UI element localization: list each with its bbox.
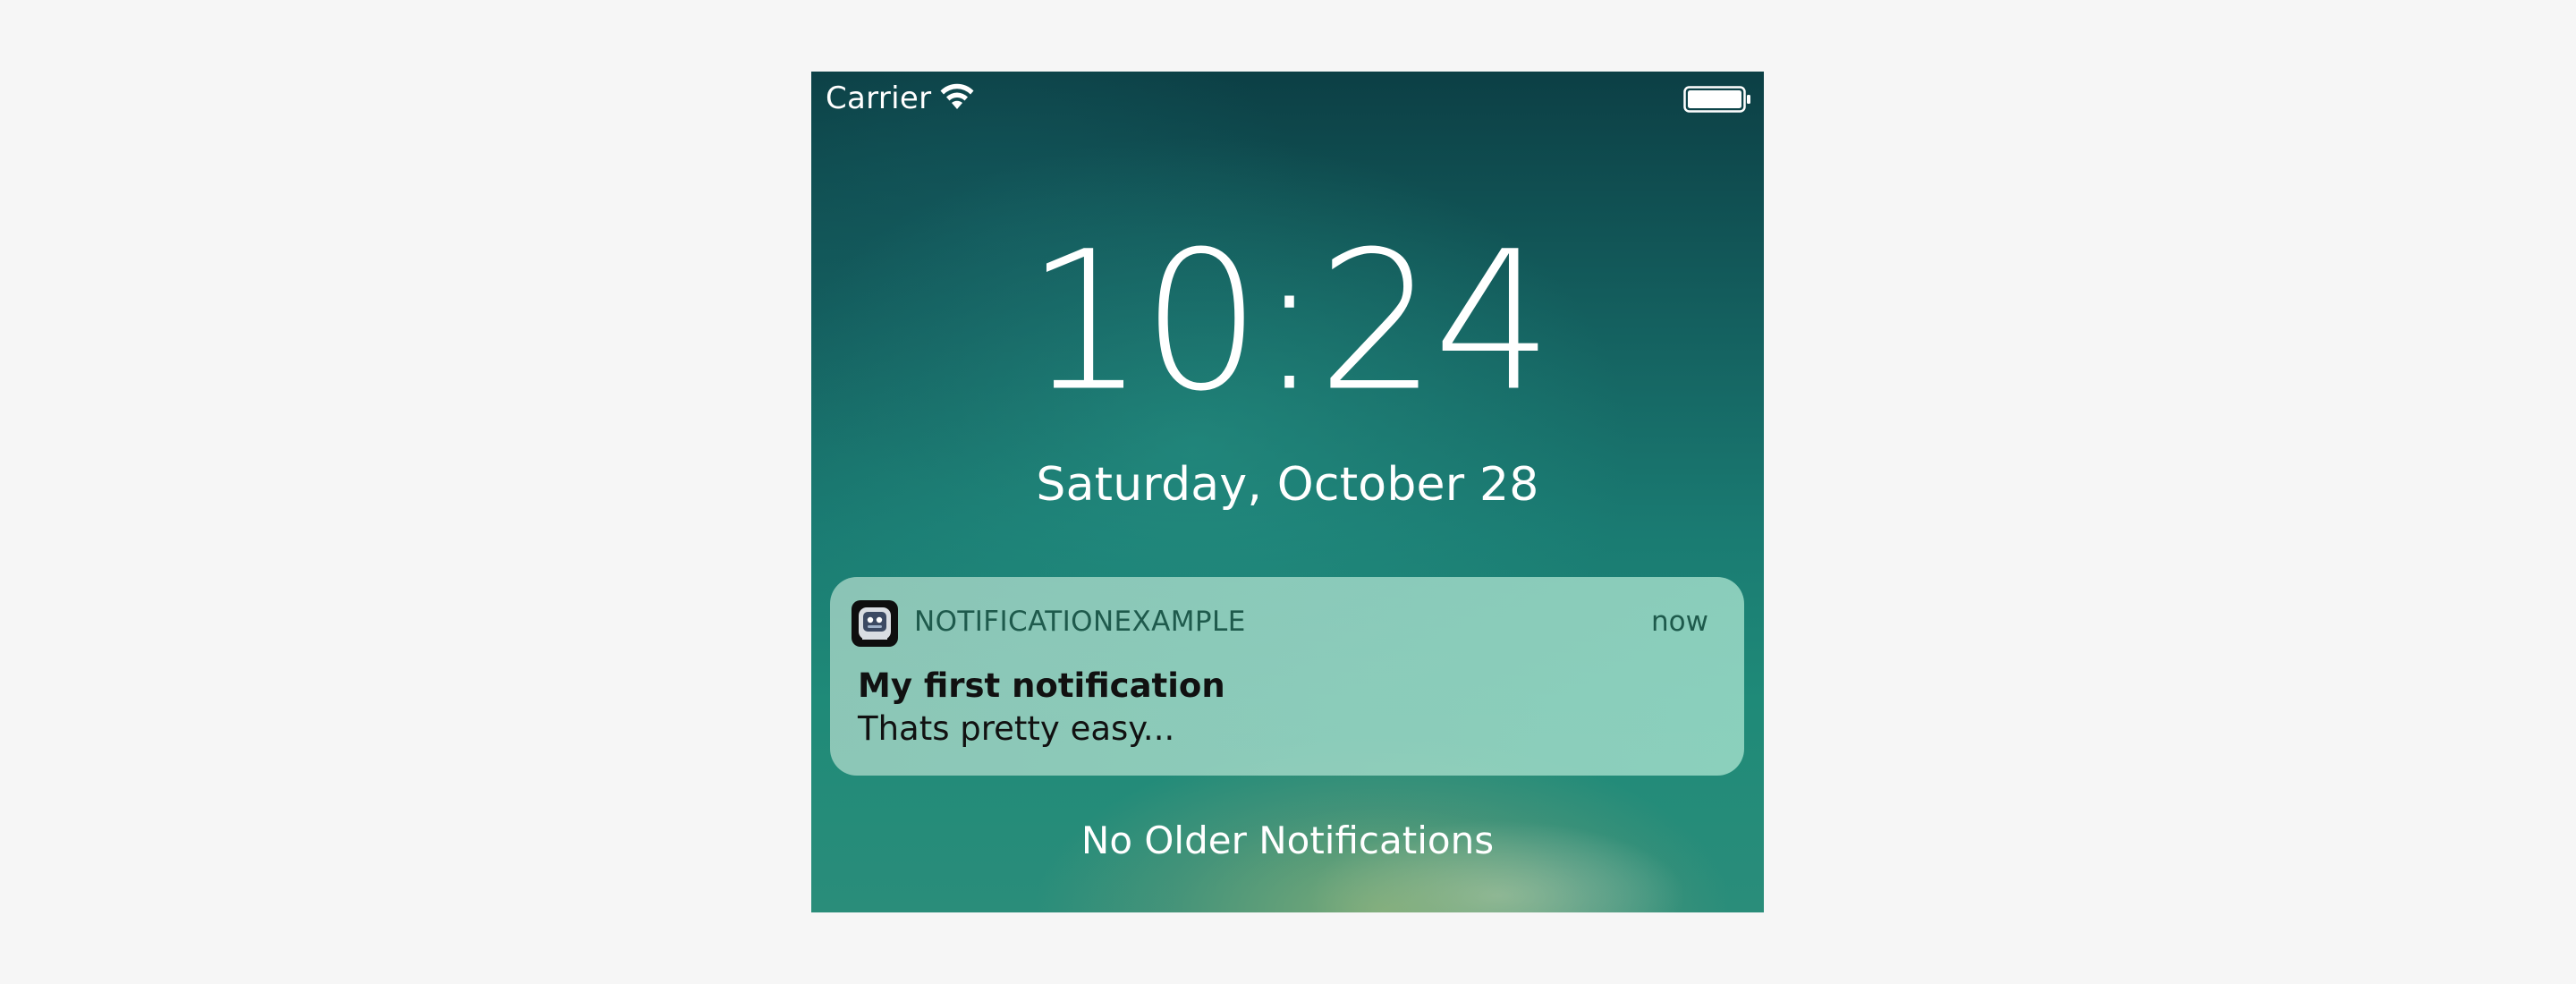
lock-screen: Carrier 10:24 Saturday, October 28 NOTIF… — [811, 72, 1764, 912]
status-bar: Carrier — [811, 72, 1764, 125]
carrier-label: Carrier — [826, 81, 932, 116]
notification-title: My first notification — [858, 666, 1225, 705]
no-older-notifications-label: No Older Notifications — [1080, 819, 1495, 862]
notification-time: now — [1651, 606, 1708, 638]
wifi-icon — [939, 82, 975, 111]
app-icon — [852, 600, 898, 647]
notification-body: Thats pretty easy... — [858, 709, 1175, 748]
battery-icon — [1683, 86, 1751, 113]
notification-card[interactable]: NOTIFICATIONEXAMPLE now My first notific… — [830, 577, 1744, 776]
lock-clock: 10:24 — [1025, 209, 1553, 434]
lock-date: Saturday, October 28 — [1036, 458, 1539, 512]
notification-app-name: NOTIFICATIONEXAMPLE — [914, 606, 1246, 638]
